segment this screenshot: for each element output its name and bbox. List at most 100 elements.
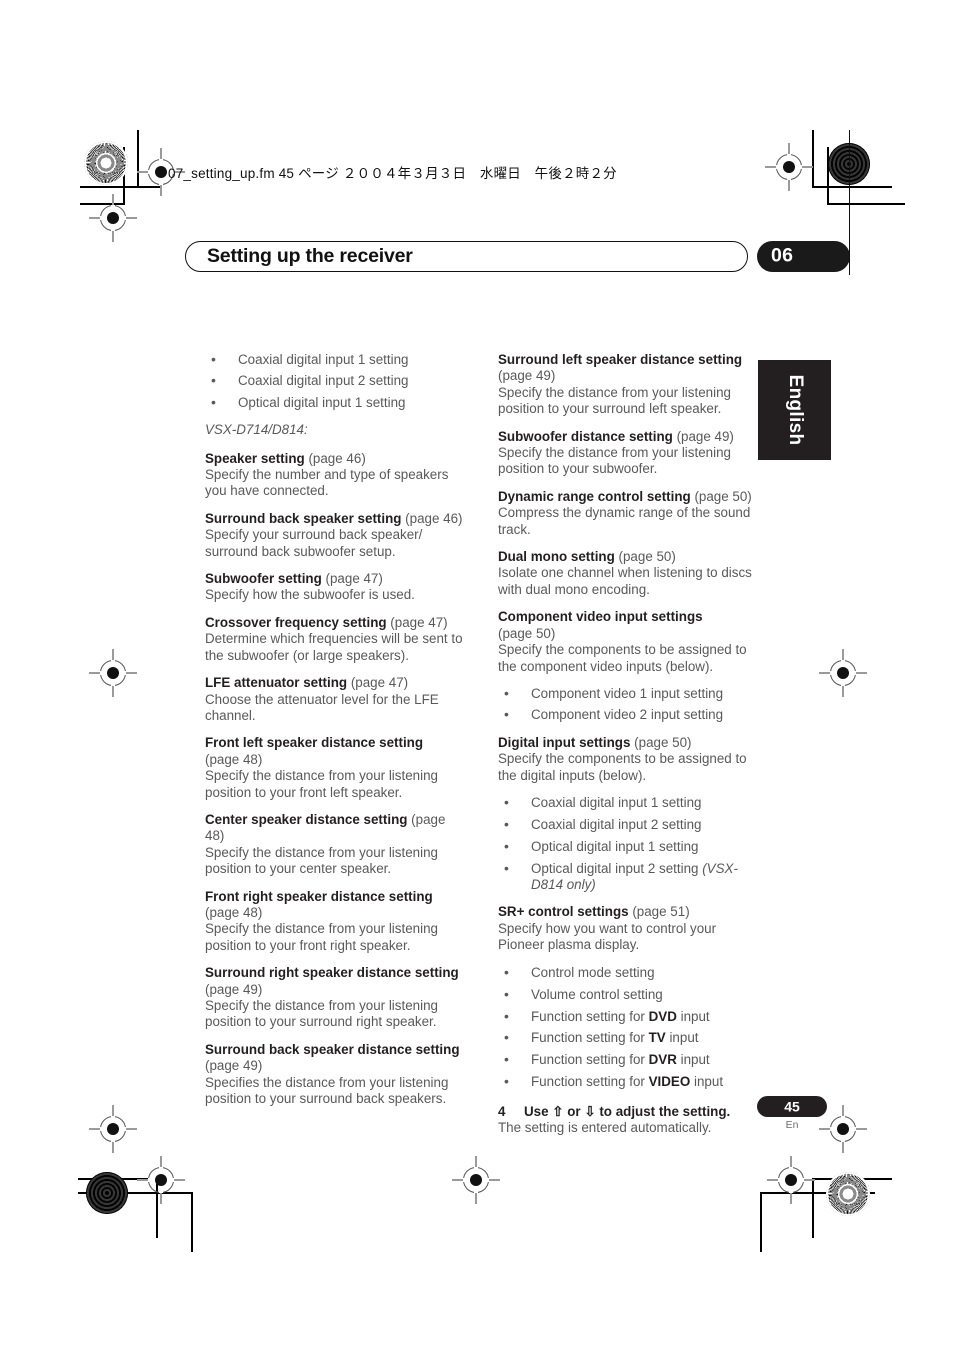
language-code-label: En [785,1119,799,1131]
right-setting-3-description: Isolate one channel when listening to di… [498,565,752,597]
step-instruction: Use ⇧ or ⇩ to adjust the setting. [524,1103,731,1119]
bullet-item: • Component video 2 input setting [498,706,758,723]
left-entry-list: Speaker setting (page 46) Specify the num… [205,451,465,1108]
left-setting-2-heading: Subwoofer setting (page 47) [205,571,383,587]
sr-plus-settings-entry: SR+ control settings (page 51) Specify h… [498,904,758,953]
left-setting-1-description: Specify your surround back speaker/ surr… [205,527,423,559]
bullet-icon: • [504,1007,509,1024]
language-tab: English [758,360,831,460]
digital-input-settings-entry: Digital input settings (page 50) Specify… [498,735,758,784]
right-setting-0-entry: Surround left speaker distance setting (p… [498,352,758,418]
right-column: Surround left speaker distance setting (p… [498,352,758,1136]
bullet-emphasis: DVD [648,1008,677,1024]
left-setting-6-heading: Center speaker distance setting (page 48… [205,811,446,844]
bullet-label: Function setting for [531,1008,649,1024]
left-setting-9-heading: Surround back speaker distance setting [205,1041,460,1057]
bullet-label: Coaxial digital input 2 setting [238,373,409,389]
bullet-label: Optical digital input 2 setting [531,860,699,876]
bullet-item: • Component video 1 input setting [498,685,758,702]
bullet-label: Component video 2 input setting [531,707,724,723]
left-setting-2-entry: Subwoofer setting (page 47) Specify how t… [205,571,465,604]
bullet-icon: • [504,706,509,723]
right-setting-2-description: Compress the dynamic range of the sound … [498,505,751,537]
left-setting-0-entry: Speaker setting (page 46) Specify the num… [205,451,465,500]
chapter-number-badge: 06 [757,241,850,272]
left-column: • Coaxial digital input 1 setting • Coaxial… [205,351,465,1118]
right-setting-3-entry: Dual mono setting (page 50) Isolate one c… [498,549,758,598]
registration-rosette-bottom-left [86,1172,128,1214]
bullet-label: Volume control setting [531,986,663,1002]
bullet-suffix: input [676,1008,710,1024]
left-setting-6-entry: Center speaker distance setting (page 48… [205,812,465,878]
bullet-label: Function setting for [531,1030,649,1046]
up-arrow-icon: ⇧ [552,1103,564,1119]
left-setting-2-page-ref: (page 47) [321,571,383,587]
page-number: 45 [784,1098,800,1115]
bullet-emphasis: TV [648,1030,666,1046]
bullet-label: Control mode setting [531,964,655,980]
bullet-label: Coaxial digital input 2 setting [531,816,702,832]
bullet-label: Optical digital input 1 setting [238,394,406,410]
left-setting-7-description: Specify the distance from your listening… [205,921,438,953]
left-setting-9-description: Specifies the distance from your listeni… [205,1074,449,1107]
left-setting-8-entry: Surround right speaker distance setting(… [205,965,465,1031]
bullet-icon: • [211,351,216,367]
component-video-heading: Component video input settings [498,609,703,625]
left-setting-3-description: Determine which frequencies will be sent… [205,631,463,663]
bullet-icon: • [504,963,509,980]
bullet-icon: • [211,393,216,410]
left-setting-5-heading: Front left speaker distance setting [205,735,424,751]
page-title: Setting up the receiver [207,244,413,267]
registration-rosette-top-left [84,141,128,185]
left-setting-6-page-ref: (page 48) [205,811,446,844]
left-setting-3-entry: Crossover frequency setting (page 47) Det… [205,615,465,664]
bullet-item: • Function setting for DVD input [498,1007,758,1025]
right-setting-0-page-ref: (page 49) [498,368,556,384]
bullet-item: • Optical digital input 2 setting (VSX-D8… [498,859,758,894]
sr-plus-bullet-list: • Control mode setting • Volume control set… [498,963,758,1091]
chapter-rule-line [849,130,851,275]
right-setting-3-page-ref: (page 50) [614,549,676,565]
left-setting-6-description: Specify the distance from your listening… [205,844,438,877]
digital-input-page-ref: (page 50) [634,734,692,750]
left-setting-8-description: Specify the distance from your listening… [205,998,438,1030]
registration-target-left-upper [89,194,137,242]
registration-target-right-lower [819,1105,867,1153]
step-number: 4 [498,1103,506,1119]
left-setting-3-heading: Crossover frequency setting (page 47) [205,614,448,630]
left-setting-1-entry: Surround back speaker setting (page 46) S… [205,511,465,560]
page-number-badge: 45 [757,1096,827,1117]
left-setting-0-page-ref: (page 46) [304,450,366,466]
right-setting-1-page-ref: (page 49) [672,428,734,444]
right-setting-2-page-ref: (page 50) [690,488,752,504]
registration-target-bottom-left [137,1156,185,1204]
bullet-icon: • [504,859,509,876]
bullet-suffix: input [690,1074,724,1090]
left-setting-7-page-ref: (page 48) [205,904,263,920]
bullet-suffix: input [665,1030,699,1046]
registration-target-right-middle [819,649,867,697]
component-video-page-ref: (page 50) [498,625,556,641]
left-setting-5-page-ref: (page 48) [205,751,263,767]
right-setting-2-heading: Dynamic range control setting (page 50) [498,488,752,504]
right-setting-2-entry: Dynamic range control setting (page 50) C… [498,489,758,538]
step-sub-text: The setting is entered automatically. [498,1120,712,1136]
left-setting-8-page-ref: (page 49) [205,981,263,997]
bullet-item: • Function setting for VIDEO input [498,1073,758,1090]
bullet-icon: • [504,1051,509,1068]
bullet-icon: • [211,372,216,389]
bullet-emphasis: VIDEO [648,1074,691,1090]
bullet-label: Component video 1 input setting [531,685,724,701]
right-setting-1-heading: Subwoofer distance setting (page 49) [498,428,734,444]
bullet-icon: • [504,985,509,1002]
bullet-item: • Function setting for DVR input [498,1051,758,1068]
component-video-settings-entry: Component video input settings (page 50)… [498,609,758,675]
registration-target-left-lower [89,1105,137,1153]
step-4: 4 Use ⇧ or ⇩ to adjust the setting. The … [498,1104,758,1137]
left-setting-9-page-ref: (page 49) [205,1058,263,1074]
down-arrow-icon: ⇩ [584,1103,596,1119]
bullet-icon: • [504,793,509,810]
sr-plus-heading: SR+ control settings (page 51) [498,904,690,920]
digital-input-description: Specify the components to be assigned to… [498,751,747,783]
file-info-header: 07_setting_up.fm 45 ページ ２００４年３月３日 水曜日 午後… [168,166,617,181]
